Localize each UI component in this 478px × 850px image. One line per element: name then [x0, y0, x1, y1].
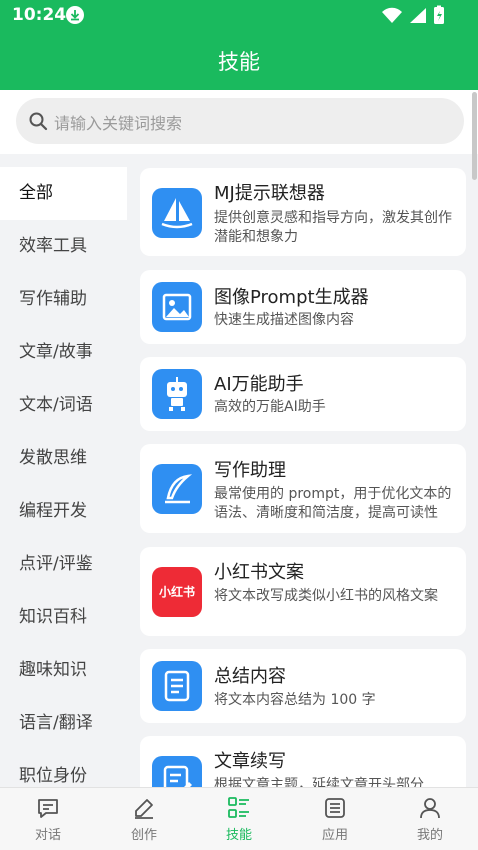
sidebar-item-label: 语言/翻译 [19, 713, 93, 733]
skill-card[interactable]: MJ提示联想器 提供创意灵感和指导方向，激发其创作潜能和想象力 [140, 168, 466, 256]
skill-description: 根据文章主题，延续文章开头部分 [214, 777, 424, 787]
skill-title: 图像Prompt生成器 [214, 287, 369, 308]
sidebar-item-label: 写作辅助 [19, 289, 87, 309]
sidebar-item-label: 职位身份 [19, 766, 87, 786]
quill-icon [152, 464, 202, 514]
sidebar-item-thinking[interactable]: 发散思维 [0, 432, 127, 485]
sidebar-item-text[interactable]: 文本/词语 [0, 379, 127, 432]
sidebar-item-label: 文本/词语 [19, 395, 93, 415]
skill-card[interactable]: 文章续写 根据文章主题，延续文章开头部分 [140, 736, 466, 787]
skill-description: 提供创意灵感和指导方向，激发其创作潜能和想象力 [214, 210, 452, 245]
sidebar-item-writing[interactable]: 写作辅助 [0, 273, 127, 326]
category-sidebar: 全部 效率工具 写作辅助 文章/故事 文本/词语 发散思维 编程开发 点评/评鉴… [0, 167, 127, 787]
sidebar-item-roles[interactable]: 职位身份 [0, 750, 127, 787]
apps-icon [323, 796, 347, 820]
sidebar-item-label: 编程开发 [19, 501, 87, 521]
skill-card[interactable]: AI万能助手 高效的万能AI助手 [140, 357, 466, 431]
sidebar-item-review[interactable]: 点评/评鉴 [0, 538, 127, 591]
edit-doc-icon [152, 756, 202, 787]
sidebar-item-translation[interactable]: 语言/翻译 [0, 697, 127, 750]
status-time: 10:24 [12, 5, 67, 25]
skill-title: 小红书文案 [214, 562, 304, 583]
tab-label: 应用 [321, 828, 348, 843]
document-icon [152, 661, 202, 711]
sidebar-item-label: 点评/评鉴 [19, 554, 93, 574]
search-placeholder: 请输入关键词搜索 [54, 114, 183, 133]
skill-title: 文章续写 [214, 751, 286, 772]
signal-icon [410, 8, 426, 23]
tab-profile[interactable]: 我的 [382, 788, 478, 850]
skill-description: 最常使用的 prompt，用于优化文本的语法、清晰度和简洁度，提高可读性 [214, 486, 452, 521]
tab-create[interactable]: 创作 [96, 788, 192, 850]
sidebar-item-programming[interactable]: 编程开发 [0, 485, 127, 538]
skill-card[interactable]: 总结内容 将文本内容总结为 100 字 [140, 649, 466, 723]
sidebar-item-all[interactable]: 全部 [0, 167, 127, 220]
skill-title: 总结内容 [214, 666, 286, 687]
sidebar-item-label: 效率工具 [19, 236, 87, 256]
skill-title: AI万能助手 [214, 374, 304, 395]
sidebar-item-label: 文章/故事 [19, 342, 93, 362]
chat-icon [36, 796, 60, 820]
tab-label: 我的 [416, 828, 443, 843]
skill-description: 将文本改写成类似小红书的风格文案 [214, 588, 438, 604]
wifi-icon [382, 7, 402, 23]
skill-card[interactable]: 写作助理 最常使用的 prompt，用于优化文本的语法、清晰度和简洁度，提高可读… [140, 444, 466, 533]
sidebar-item-articles[interactable]: 文章/故事 [0, 326, 127, 379]
bottom-tab-bar: 对话 创作 技能 应用 我的 [0, 787, 478, 850]
tab-label: 技能 [225, 828, 252, 843]
page-title: 技能 [218, 50, 260, 74]
tab-label: 创作 [130, 828, 157, 843]
sidebar-item-efficiency[interactable]: 效率工具 [0, 220, 127, 273]
skill-card[interactable]: 图像Prompt生成器 快速生成描述图像内容 [140, 270, 466, 344]
search-icon [28, 111, 48, 131]
skill-title: MJ提示联想器 [214, 183, 325, 204]
sidebar-item-encyclopedia[interactable]: 知识百科 [0, 591, 127, 644]
tab-skills[interactable]: 技能 [191, 788, 287, 850]
skill-title: 写作助理 [214, 460, 286, 481]
skill-card[interactable]: 小红书 小红书文案 将文本改写成类似小红书的风格文案 [140, 547, 466, 636]
search-area: 请输入关键词搜索 [0, 90, 478, 154]
skills-icon [227, 796, 251, 820]
sidebar-item-label: 趣味知识 [19, 660, 87, 680]
sidebar-item-label: 发散思维 [19, 448, 87, 468]
tab-label: 对话 [34, 828, 61, 843]
skill-description: 高效的万能AI助手 [214, 399, 326, 415]
tab-apps[interactable]: 应用 [287, 788, 383, 850]
xiaohongshu-icon: 小红书 [152, 567, 202, 617]
sidebar-item-fun[interactable]: 趣味知识 [0, 644, 127, 697]
search-input[interactable]: 请输入关键词搜索 [16, 98, 464, 144]
robot-icon [152, 369, 202, 419]
profile-icon [418, 796, 442, 820]
download-icon [66, 6, 84, 24]
image-icon [152, 282, 202, 332]
status-icons [380, 5, 470, 27]
app-header: 技能 [0, 32, 478, 90]
xiaohongshu-logo-text: 小红书 [158, 585, 195, 599]
skill-description: 将文本内容总结为 100 字 [214, 692, 376, 708]
sidebar-item-label: 知识百科 [19, 607, 87, 627]
sailboat-icon [152, 188, 202, 238]
scrollbar[interactable] [472, 92, 477, 180]
status-bar: 10:24 [0, 0, 478, 32]
tab-chat[interactable]: 对话 [0, 788, 96, 850]
battery-icon [434, 5, 444, 24]
sidebar-item-label: 全部 [19, 183, 53, 203]
pen-icon [132, 796, 156, 820]
skill-description: 快速生成描述图像内容 [214, 312, 354, 328]
skill-list: MJ提示联想器 提供创意灵感和指导方向，激发其创作潜能和想象力 图像Prompt… [127, 154, 478, 787]
